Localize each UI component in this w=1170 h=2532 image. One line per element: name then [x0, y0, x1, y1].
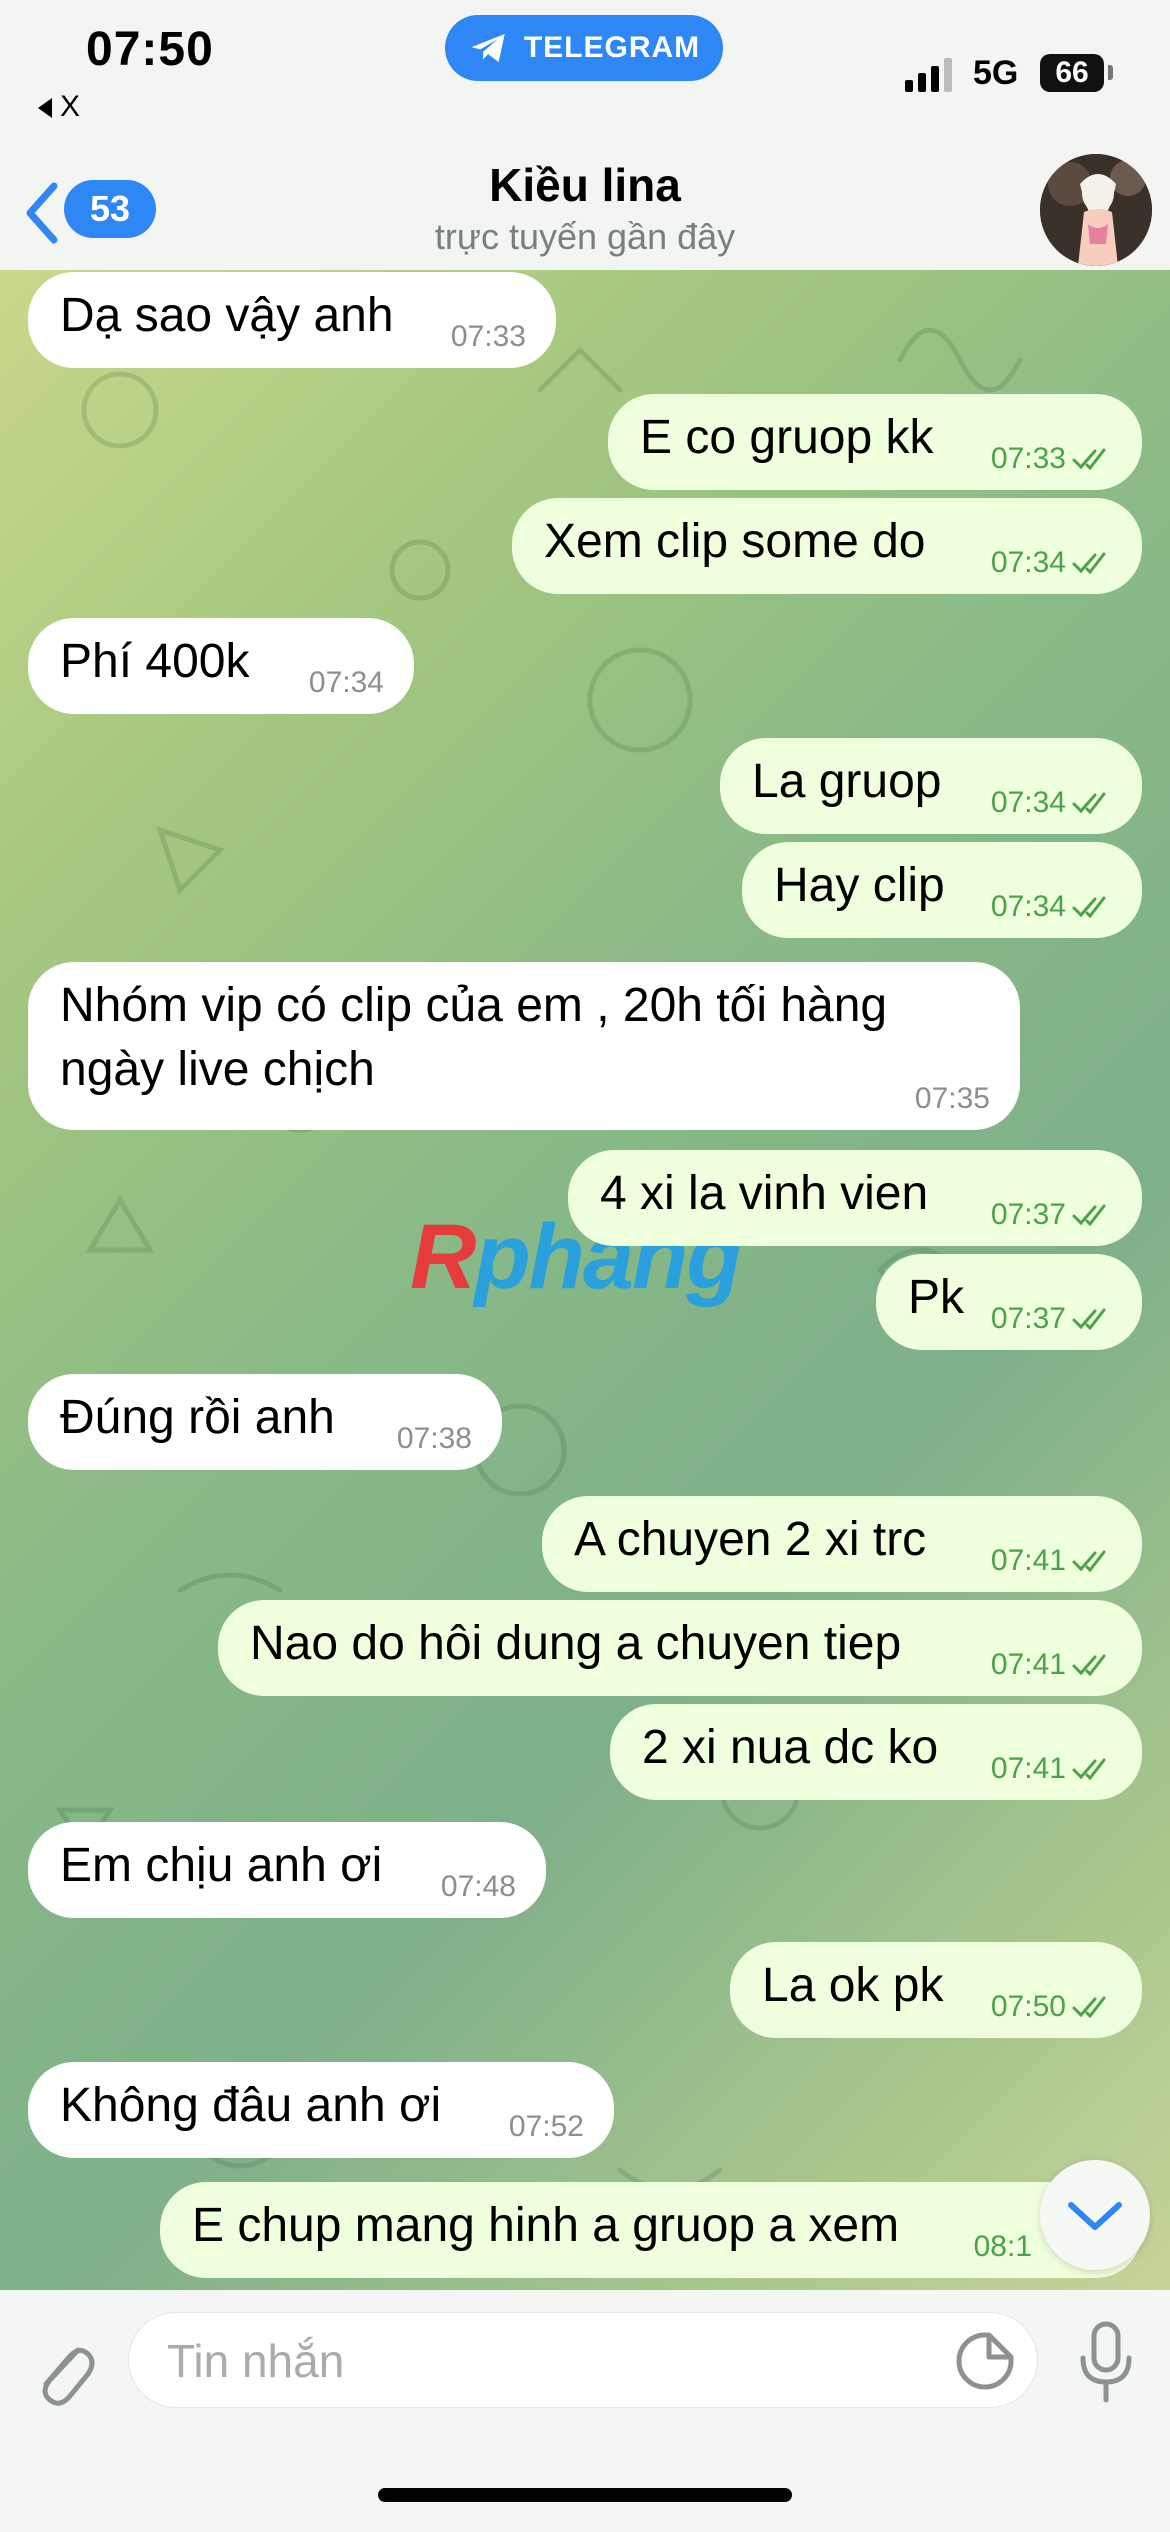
message-time: 07:33 [450, 320, 526, 353]
message-meta: 07:34 [991, 786, 1112, 820]
message-bubble-incoming[interactable]: Em chịu anh ơi 07:48 [28, 1822, 546, 1918]
chat-status: trực tuyến gần đây [434, 216, 736, 257]
message-time: 08:1 [973, 2230, 1032, 2263]
message-bubble-outgoing[interactable]: Pk 07:37 [876, 1254, 1142, 1350]
message-bubble-outgoing[interactable]: Xem clip some do 07:34 [512, 498, 1142, 594]
message-input[interactable] [165, 2331, 929, 2391]
scroll-to-bottom-button[interactable] [1040, 2160, 1150, 2270]
battery-level: 66 [1055, 56, 1089, 89]
message-time: 07:41 [990, 1752, 1066, 1785]
message-bubble-incoming[interactable]: Nhóm vip có clip của em , 20h tối hàng n… [28, 962, 1020, 1130]
watermark-r: R [410, 1206, 476, 1308]
message-bubble-outgoing[interactable]: 2 xi nua dc ko 07:41 [610, 1704, 1142, 1800]
message-time: 07:37 [990, 1198, 1066, 1231]
message-text-line-2: ngày live chịch [60, 1043, 375, 1096]
back-triangle-icon [38, 98, 52, 119]
message-bubble-incoming[interactable]: Không đâu anh ơi 07:52 [28, 2062, 614, 2158]
message-time: 07:52 [508, 2110, 584, 2143]
message-bubble-incoming[interactable]: Dạ sao vậy anh 07:33 [28, 272, 556, 368]
message-meta: 07:41 [991, 1752, 1112, 1786]
double-check-icon [1072, 1204, 1106, 1226]
message-time: 07:41 [990, 1648, 1066, 1681]
message-bubble-outgoing[interactable]: A chuyen 2 xi trc 07:41 [542, 1496, 1142, 1592]
double-check-icon [1072, 1758, 1106, 1780]
message-time: 07:48 [440, 1870, 516, 1903]
message-meta: 07:37 [991, 1198, 1112, 1232]
chat-background[interactable]: Rphang Dạ sao vậy anh 07:33 E co gruop k… [0, 270, 1170, 2290]
message-meta: 07:52 [509, 2110, 584, 2144]
back-app-label: X [60, 90, 81, 123]
message-time: 07:34 [990, 786, 1066, 819]
double-check-icon [1072, 896, 1106, 918]
sticker-icon[interactable] [955, 2331, 1015, 2391]
message-meta: 07:33 [451, 320, 526, 354]
avatar-image [1040, 154, 1152, 266]
message-meta: 07:34 [991, 546, 1112, 580]
back-to-app-button[interactable]: X [38, 90, 80, 124]
message-meta: 07:50 [991, 1990, 1112, 2024]
network-type: 5G [973, 54, 1019, 92]
microphone-icon[interactable] [1075, 2320, 1137, 2406]
message-meta: 07:34 [309, 666, 384, 700]
double-check-icon [1072, 1996, 1106, 2018]
chevron-down-icon [1068, 2202, 1122, 2230]
message-meta: 07:41 [991, 1648, 1112, 1682]
message-meta: 07:35 [915, 1082, 990, 1116]
telegram-pill[interactable]: TELEGRAM [445, 15, 723, 81]
message-bubble-outgoing[interactable]: 4 xi la vinh vien 07:37 [568, 1150, 1142, 1246]
telegram-plane-icon [471, 34, 505, 62]
clock: 07:50 [86, 23, 214, 76]
double-check-icon [1072, 1308, 1106, 1330]
message-bubble-outgoing[interactable]: La gruop 07:34 [720, 738, 1142, 834]
message-bubble-outgoing[interactable]: La ok pk 07:50 [730, 1942, 1142, 2038]
cellular-signal-icon [905, 58, 952, 92]
message-text: Nhóm vip có clip của em , 20h tối hàng [60, 979, 888, 1032]
message-meta: 07:37 [991, 1302, 1112, 1336]
message-bubble-outgoing[interactable]: E co gruop kk 07:33 [608, 394, 1142, 490]
double-check-icon [1072, 448, 1106, 470]
message-time: 07:34 [990, 546, 1066, 579]
battery-cap [1108, 65, 1113, 80]
message-bubble-incoming[interactable]: Phí 400k 07:34 [28, 618, 414, 714]
double-check-icon [1072, 1654, 1106, 1676]
message-bubble-outgoing[interactable]: Nao do hôi dung a chuyen tiep 07:41 [218, 1600, 1142, 1696]
paperclip-icon[interactable] [30, 2330, 96, 2410]
status-bar: 07:50 X TELEGRAM 5G 66 [0, 0, 1170, 150]
battery-icon: 66 [1040, 54, 1104, 92]
message-meta: 07:48 [441, 1870, 516, 1904]
message-meta: 07:34 [991, 890, 1112, 924]
message-meta: 07:38 [397, 1422, 472, 1456]
message-meta: 08:1 [974, 2230, 1032, 2264]
message-time: 07:34 [990, 890, 1066, 923]
double-check-icon [1072, 792, 1106, 814]
double-check-icon [1072, 1550, 1106, 1572]
chat-title[interactable]: Kiều lina [0, 158, 1170, 212]
message-input-container[interactable] [128, 2312, 1038, 2408]
telegram-label: TELEGRAM [523, 31, 701, 64]
double-check-icon [1072, 552, 1106, 574]
message-time: 07:37 [990, 1302, 1066, 1335]
message-meta: 07:33 [991, 442, 1112, 476]
avatar[interactable] [1040, 154, 1152, 266]
message-bubble-incoming[interactable]: Đúng rồi anh 07:38 [28, 1374, 502, 1470]
message-time: 07:50 [990, 1990, 1066, 2023]
home-indicator[interactable] [378, 2488, 792, 2502]
message-time: 07:41 [990, 1544, 1066, 1577]
message-time: 07:38 [396, 1422, 472, 1455]
message-time: 07:35 [914, 1082, 990, 1115]
message-meta: 07:41 [991, 1544, 1112, 1578]
message-bubble-outgoing[interactable]: E chup mang hinh a gruop a xem 08:1 [160, 2182, 1142, 2278]
message-bubble-outgoing[interactable]: Hay clip 07:34 [742, 842, 1142, 938]
message-time: 07:33 [990, 442, 1066, 475]
message-time: 07:34 [308, 666, 384, 699]
chat-header: 53 Kiều lina trực tuyến gần đây [0, 150, 1170, 270]
